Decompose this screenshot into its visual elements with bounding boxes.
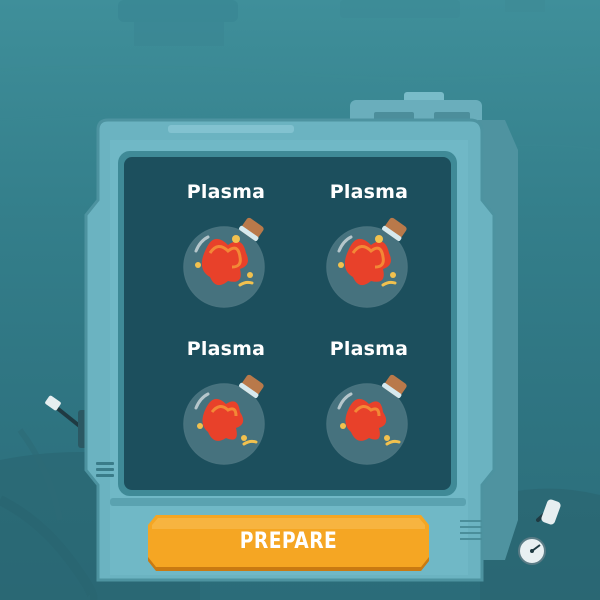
prepare-button-label: PREPARE [239, 529, 338, 554]
ingredient-slot-1[interactable]: Plasma [166, 167, 286, 317]
ingredient-label: Plasma [329, 338, 409, 360]
ingredient-grid: Plasma Plasma Plasma Plasma [124, 157, 451, 490]
ingredient-label: Plasma [329, 181, 409, 203]
prepare-button[interactable]: PREPARE [146, 515, 431, 573]
plasma-potion-icon [183, 217, 265, 308]
ingredient-slot-3[interactable]: Plasma [166, 324, 286, 474]
ingredient-slot-2[interactable]: Plasma [309, 167, 429, 317]
ingredient-slot-4[interactable]: Plasma [309, 324, 429, 474]
plasma-potion-icon [183, 374, 265, 465]
game-scene: Plasma Plasma Plasma Plasma PREPARE [0, 0, 600, 600]
ingredient-label: Plasma [186, 181, 266, 203]
plasma-potion-icon [326, 374, 408, 465]
ingredient-label: Plasma [186, 338, 266, 360]
plasma-potion-icon [326, 217, 408, 308]
